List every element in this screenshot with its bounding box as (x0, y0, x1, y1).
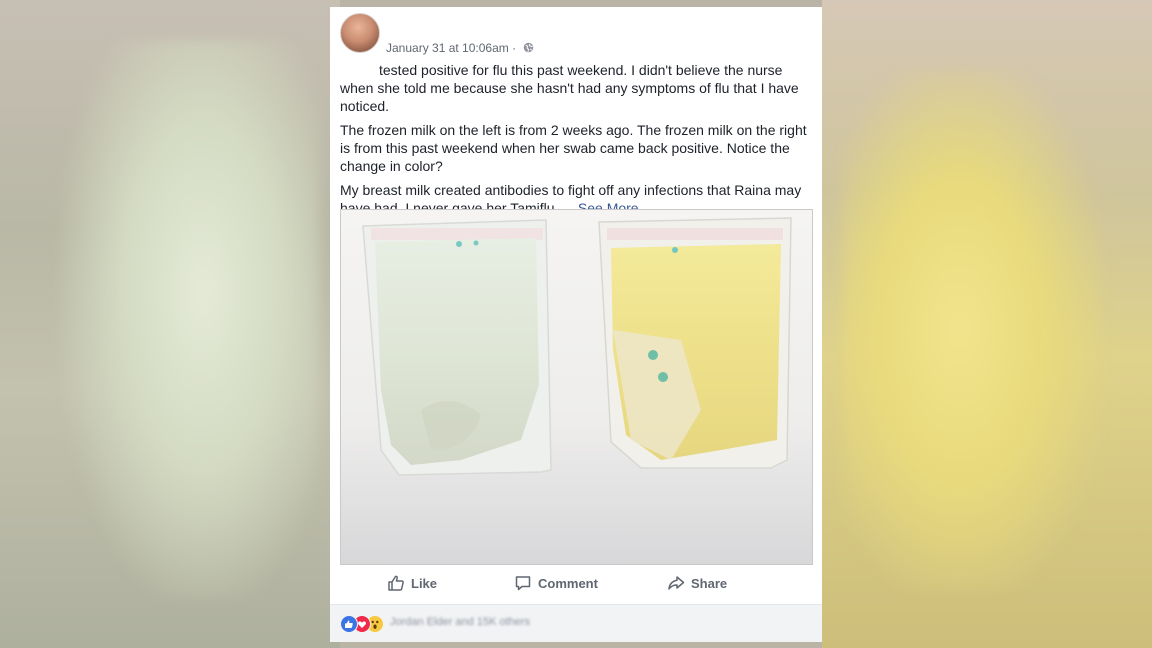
reactions-bar: Jordan Elder and 15K others (330, 604, 822, 642)
share-icon (668, 576, 685, 590)
thumbs-up-icon (388, 575, 404, 591)
post-header: January 31 at 10:06am · (340, 13, 810, 55)
post-paragraph-2: The frozen milk on the left is from 2 we… (340, 122, 807, 174)
comment-icon (515, 576, 531, 591)
share-button[interactable]: Share (667, 567, 727, 599)
breast-milk-bags-photo (341, 210, 812, 564)
share-label: Share (691, 575, 728, 591)
comment-button[interactable]: Comment (514, 567, 598, 599)
like-button[interactable]: Like (387, 567, 437, 599)
post-photo[interactable] (340, 209, 813, 565)
globe-icon (523, 42, 534, 53)
reaction-icons[interactable] (340, 615, 390, 633)
like-reaction-icon (340, 615, 358, 633)
post-actions: Like Comment Share (330, 567, 822, 603)
comment-label: Comment (538, 575, 598, 591)
post-paragraph-1: tested positive for flu this past weeken… (340, 62, 799, 114)
reaction-names[interactable]: Jordan Elder and 15K others (390, 616, 530, 628)
blurred-background-left (0, 0, 340, 648)
post-text: tested positive for flu this past weeken… (340, 61, 814, 223)
avatar[interactable] (340, 13, 380, 53)
facebook-post-card: January 31 at 10:06am · tested positive … (330, 7, 822, 642)
like-label: Like (411, 575, 438, 591)
blurred-background-right (822, 0, 1152, 648)
post-timestamp[interactable]: January 31 at 10:06am · (386, 41, 516, 55)
